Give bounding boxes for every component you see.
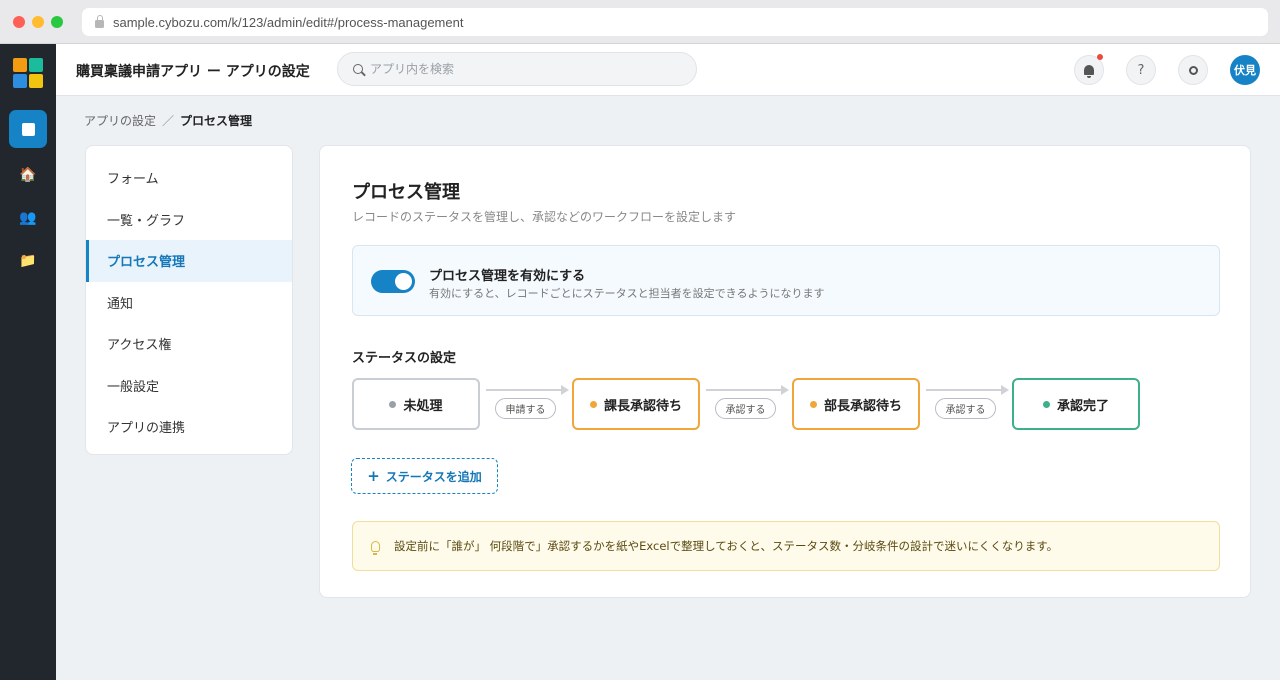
status-dot [809,400,817,408]
search-input[interactable] [370,62,670,76]
status-dot [589,400,597,408]
maximize-window-button[interactable] [51,16,63,28]
flow-arrow-line [486,389,562,391]
add-status-label: ステータスを追加 [385,469,482,484]
status-box-approved[interactable]: 承認完了 [1012,378,1140,430]
enable-process-toggle[interactable] [371,270,415,293]
breadcrumb-separator: ／ [162,114,175,128]
notification-dot [1097,54,1103,60]
action-pill-apply[interactable]: 申請する [495,398,556,419]
breadcrumb-current: プロセス管理 [180,114,253,128]
status-box-section-chief[interactable]: 課長承認待ち [572,378,700,430]
tip-banner: 設定前に「誰が」 何段階で」承認するかを紙やExcelで整理しておくと、ステータ… [352,521,1220,571]
status-label: 部長承認待ち [823,398,902,414]
logo-tile-blue [13,74,27,88]
flow-arrow-line [706,389,782,391]
user-avatar[interactable]: 伏見 [1230,55,1260,85]
breadcrumb: アプリの設定 ／ プロセス管理 [84,112,252,129]
status-dot [1042,400,1050,408]
status-label: 未処理 [403,398,443,414]
toggle-knob [395,273,412,290]
nav-item-views-graphs[interactable]: 一覧・グラフ [86,199,292,241]
nav-item-notifications[interactable]: 通知 [86,282,292,324]
kintone-logo[interactable] [13,58,43,88]
flow-arrow-line [926,389,1002,391]
tip-text: 設定前に「誰が」 何段階で」承認するかを紙やExcelで整理しておくと、ステータ… [394,539,1059,553]
process-management-panel: プロセス管理 レコードのステータスを管理し、承認などのワークフローを設定します … [319,145,1251,598]
status-label: 承認完了 [1056,398,1109,414]
flow-arrow-head [781,385,789,395]
bell-icon [1084,65,1094,78]
help-button[interactable]: ? [1126,55,1156,85]
enable-process-title: プロセス管理を有効にする [429,269,586,284]
flow-arrow-head [1001,385,1009,395]
search-icon [353,64,363,74]
logo-tile-yellow [29,74,43,88]
status-box-unprocessed[interactable]: 未処理 [352,378,480,430]
add-status-button[interactable]: + ステータスを追加 [351,458,498,494]
logo-tile-orange [13,58,27,72]
status-dot [389,400,397,408]
lightbulb-icon [371,540,380,555]
rail-app-button[interactable] [9,110,47,148]
people-icon[interactable]: 👥 [15,205,41,231]
app-header: 購買稟議申請アプリ ー アプリの設定 ? 伏見 [56,44,1280,96]
url-text: sample.cybozu.com/k/123/admin/edit#/proc… [113,14,464,30]
notification-button[interactable] [1074,54,1104,85]
logo-tile-teal [29,58,43,72]
lock-icon [95,15,104,28]
page-subtitle: レコードのステータスを管理し、承認などのワークフローを設定します [352,210,737,224]
folder-icon[interactable]: 📁 [15,248,41,274]
enable-process-description: 有効にすると、レコードごとにステータスと担当者を設定できるようになります [429,287,825,300]
nav-item-process-management[interactable]: プロセス管理 [86,240,292,282]
action-pill-approve-2[interactable]: 承認する [935,398,996,419]
status-section-title: ステータスの設定 [352,351,457,366]
settings-button[interactable] [1178,55,1208,85]
minimize-window-button[interactable] [32,16,44,28]
page-title: プロセス管理 [352,182,460,203]
flow-arrow-head [561,385,569,395]
action-pill-approve-1[interactable]: 承認する [715,398,776,419]
plus-icon: + [367,467,380,485]
browser-toolbar: sample.cybozu.com/k/123/admin/edit#/proc… [0,0,1280,44]
search-box[interactable] [337,52,697,86]
enable-process-card: プロセス管理を有効にする 有効にすると、レコードごとにステータスと担当者を設定で… [352,245,1220,316]
help-icon: ? [1137,62,1145,78]
address-bar[interactable]: sample.cybozu.com/k/123/admin/edit#/proc… [82,8,1268,36]
status-box-department-head[interactable]: 部長承認待ち [792,378,920,430]
close-window-button[interactable] [13,16,25,28]
gear-icon [1188,65,1198,75]
breadcrumb-parent[interactable]: アプリの設定 [84,114,156,128]
global-rail: 🏠 👥 📁 [0,44,56,680]
home-icon[interactable]: 🏠 [15,162,41,188]
app-title: 購買稟議申請アプリ ー アプリの設定 [76,64,310,80]
nav-item-permissions[interactable]: アクセス権 [86,323,292,365]
status-label: 課長承認待ち [603,398,682,414]
app-icon [21,122,35,136]
nav-item-form[interactable]: フォーム [86,157,292,199]
nav-item-app-integrations[interactable]: アプリの連携 [86,406,292,448]
settings-nav: フォーム 一覧・グラフ プロセス管理 通知 アクセス権 一般設定 アプリの連携 [85,145,293,455]
nav-item-general-settings[interactable]: 一般設定 [86,365,292,407]
